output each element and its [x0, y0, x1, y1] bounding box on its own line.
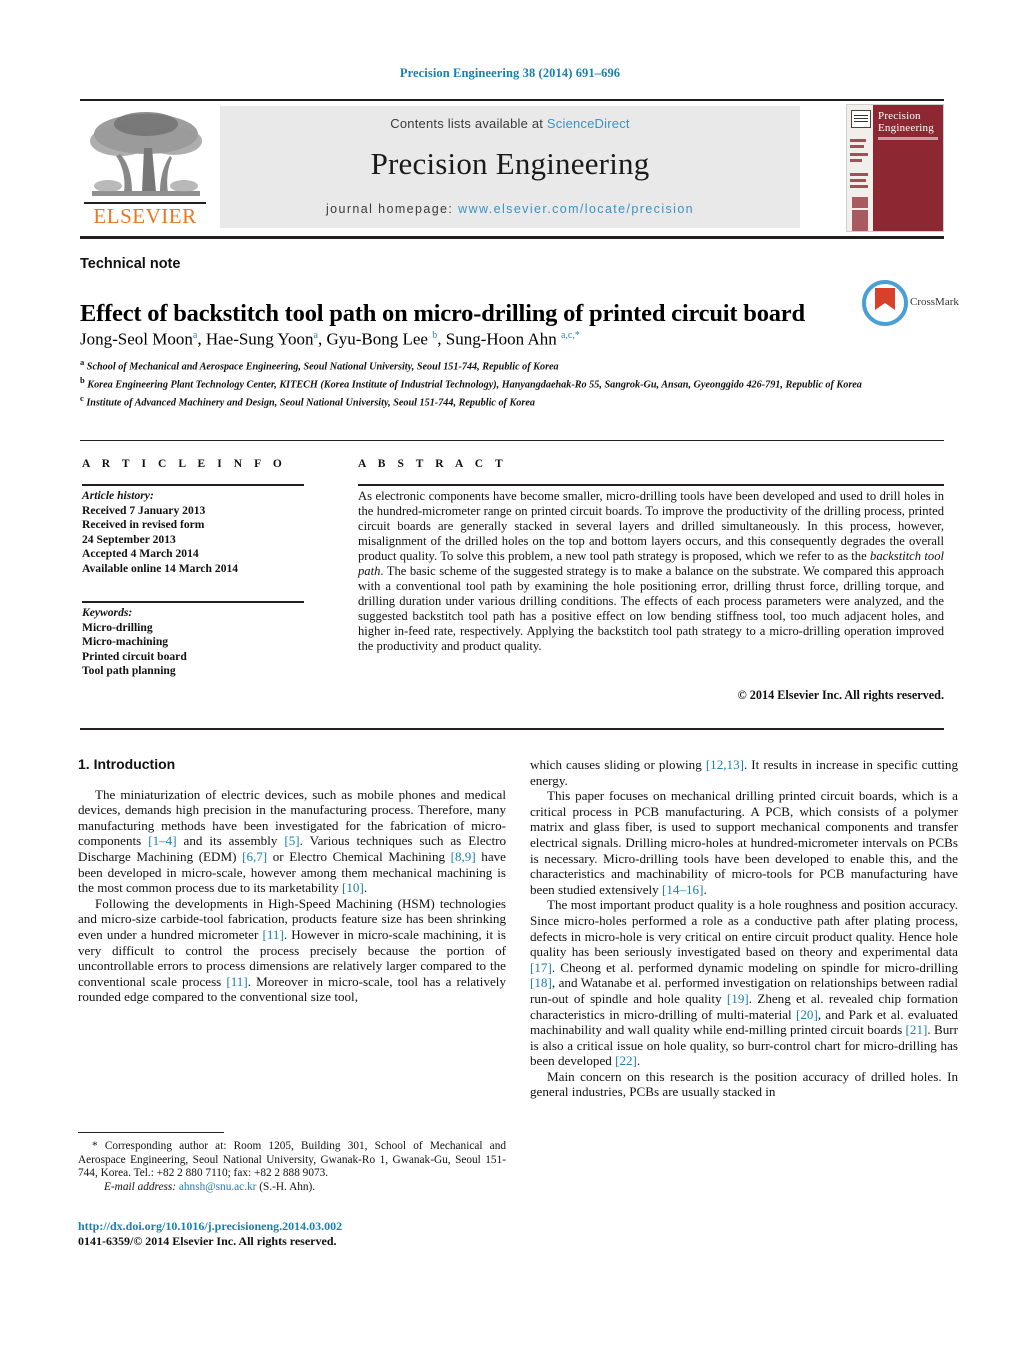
affiliation-item: b Korea Engineering Plant Technology Cen…	[80, 374, 862, 391]
email-suffix: (S.-H. Ahn).	[256, 1180, 316, 1193]
masthead-divider	[80, 236, 944, 239]
contents-list-line: Contents lists available at ScienceDirec…	[220, 116, 800, 131]
cover-nav-strip	[878, 137, 938, 140]
journal-title: Precision Engineering	[370, 146, 650, 181]
cover-sidebar	[847, 105, 873, 231]
body-column-left: 1. Introduction The miniaturization of e…	[78, 756, 506, 1005]
journal-homepage-line: journal homepage: www.elsevier.com/locat…	[220, 202, 800, 216]
elsevier-logo: ELSEVIER	[80, 104, 212, 230]
keyword-item: Micro-drilling	[82, 620, 153, 634]
issn-copyright-line: 0141-6359/© 2014 Elsevier Inc. All right…	[78, 1234, 337, 1248]
paragraph: The miniaturization of electric devices,…	[78, 786, 506, 896]
cover-title-line1: Precision	[878, 110, 921, 122]
corresponding-author-footnote: * Corresponding author at: Room 1205, Bu…	[78, 1140, 506, 1194]
sciencedirect-link[interactable]: ScienceDirect	[547, 116, 630, 131]
abstract-rule	[358, 484, 944, 486]
cover-title: Precision Engineering	[878, 110, 934, 134]
right-column-paragraphs: which causes sliding or plowing [12,13].…	[530, 757, 958, 1100]
email-label: E-mail address:	[104, 1180, 177, 1193]
page-title: Effect of backstitch tool path on micro-…	[80, 300, 805, 328]
footnote-divider	[78, 1132, 224, 1133]
affiliation-item: c Institute of Advanced Machinery and De…	[80, 392, 535, 409]
journal-homepage-link[interactable]: www.elsevier.com/locate/precision	[458, 202, 694, 216]
history-item: Received 7 January 2013	[82, 503, 206, 517]
keywords-label: Keywords:	[82, 606, 133, 619]
abstract-bottom-divider	[80, 728, 944, 730]
section-heading-introduction: 1. Introduction	[78, 756, 176, 772]
doi-link[interactable]: http://dx.doi.org/10.1016/j.precisioneng…	[78, 1219, 506, 1234]
paragraph: Following the developments in High-Speed…	[78, 895, 506, 1005]
journal-cover-thumbnail: Precision Engineering	[846, 104, 944, 232]
keyword-item: Tool path planning	[82, 664, 176, 678]
running-head: Precision Engineering 38 (2014) 691–696	[399, 66, 621, 80]
email-link[interactable]: ahnsh@snu.ac.kr	[179, 1181, 257, 1193]
article-type-label: Technical note	[80, 256, 181, 272]
doi-block: http://dx.doi.org/10.1016/j.precisioneng…	[78, 1219, 506, 1249]
keywords-block: Keywords: Micro-drilling Micro-machining Pr…	[82, 606, 312, 679]
cover-society-logo-icon	[851, 110, 871, 128]
history-item: Received in revised form	[82, 518, 205, 532]
author-list: Jong-Seol Moona, Hae-Sung Yoona, Gyu-Bon…	[80, 329, 580, 349]
abstract-copyright: © 2014 Elsevier Inc. All rights reserved…	[737, 688, 944, 702]
crossmark-label: CrossMark	[910, 296, 959, 308]
keyword-item: Micro-machining	[82, 635, 169, 649]
elsevier-tree-icon	[90, 112, 202, 196]
homepage-prefix: journal homepage:	[325, 202, 459, 216]
left-column-paragraphs: The miniaturization of electric devices,…	[78, 787, 506, 1005]
email-line: E-mail address: ahnsh@snu.ac.kr (S.-H. A…	[78, 1181, 506, 1195]
affiliation-item: a School of Mechanical and Aerospace Eng…	[80, 357, 559, 373]
corresponding-author-text: * Corresponding author at: Room 1205, Bu…	[78, 1140, 506, 1180]
cover-title-line2: Engineering	[878, 121, 934, 134]
history-item: Available online 14 March 2014	[82, 561, 239, 575]
body-column-right: which causes sliding or plowing [12,13].…	[530, 757, 958, 1100]
paper-page: Precision Engineering 38 (2014) 691–696	[0, 0, 1020, 1351]
keywords-rule	[82, 601, 304, 603]
top-divider	[80, 99, 944, 101]
article-info-heading: A R T I C L E I N F O	[82, 458, 287, 470]
abstract-text: As electronic components have become sma…	[358, 489, 944, 654]
elsevier-wordmark: ELSEVIER	[93, 204, 197, 228]
keyword-item: Printed circuit board	[82, 649, 187, 663]
crossmark-badge[interactable]: CrossMark	[862, 280, 959, 328]
history-item: 24 September 2013	[82, 532, 176, 546]
article-history-block: Article history: Received 7 January 2013 R…	[82, 489, 312, 577]
history-item: Accepted 4 March 2014	[82, 547, 199, 561]
crossmark-icon	[862, 280, 908, 326]
journal-band: Contents lists available at ScienceDirec…	[220, 106, 800, 228]
paragraph: This paper focuses on mechanical drillin…	[530, 788, 958, 897]
paragraph: which causes sliding or plowing [12,13].…	[530, 757, 959, 788]
journal-masthead: ELSEVIER Contents lists available at Sci…	[80, 104, 944, 232]
affiliations-list: a School of Mechanical and Aerospace Eng…	[80, 356, 880, 410]
paragraph: The most important product quality is a …	[530, 897, 958, 1069]
contents-prefix: Contents lists available at	[390, 116, 547, 131]
info-rule	[82, 484, 304, 486]
paragraph: Main concern on this research is the pos…	[530, 1068, 958, 1100]
info-top-divider	[80, 440, 944, 441]
article-history-label: Article history:	[82, 489, 154, 502]
abstract-heading: A B S T R A C T	[358, 458, 508, 470]
